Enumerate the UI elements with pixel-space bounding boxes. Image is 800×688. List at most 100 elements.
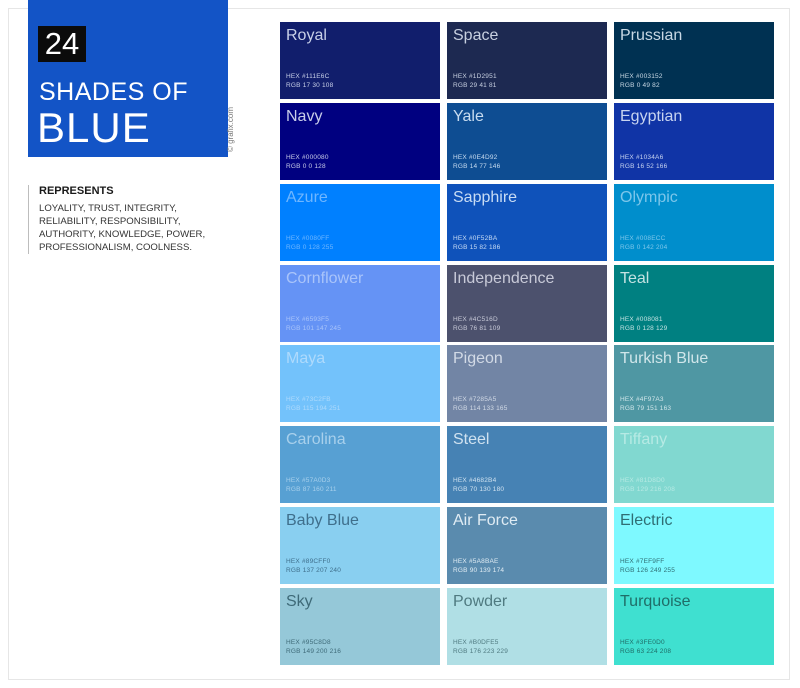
swatch-hex: HEX #4F97A3 xyxy=(620,396,664,403)
swatch-name: Powder xyxy=(453,593,508,610)
color-swatch: Turquoise HEX #3FE0D0 RGB 63 224 208 xyxy=(614,588,774,665)
swatch-hex: HEX #0F52BA xyxy=(453,235,498,242)
color-swatch: Tiffany HEX #81D8D0 RGB 129 216 208 xyxy=(614,426,774,503)
swatch-rgb: RGB 0 0 128 xyxy=(286,163,326,170)
swatch-name: Prussian xyxy=(620,27,683,44)
swatch-hex: HEX #111E6C xyxy=(286,73,330,80)
swatch-name: Olympic xyxy=(620,189,678,206)
color-swatch: Sky HEX #95C8D8 RGB 149 200 216 xyxy=(280,588,440,665)
title-line-2: BLUE xyxy=(37,104,151,151)
color-swatch: Cornflower HEX #6593F5 RGB 101 147 245 xyxy=(280,265,440,342)
swatch-rgb: RGB 76 81 109 xyxy=(453,325,501,332)
swatch-grid: Royal HEX #111E6C RGB 17 30 108 Space HEX #1… xyxy=(280,22,776,667)
shade-count: 24 xyxy=(38,26,86,62)
title-block: 24 SHADES OF BLUE xyxy=(28,0,228,157)
swatch-rgb: RGB 0 142 204 xyxy=(620,244,668,251)
color-swatch: Carolina HEX #57A0D3 RGB 87 160 211 xyxy=(280,426,440,503)
swatch-rgb: RGB 16 52 166 xyxy=(620,163,668,170)
swatch-name: Sapphire xyxy=(453,189,518,206)
swatch-rgb: RGB 29 41 81 xyxy=(453,82,497,89)
swatch-rgb: RGB 137 207 240 xyxy=(286,567,342,574)
swatch-rgb: RGB 15 82 186 xyxy=(453,244,501,251)
swatch-hex: HEX #003152 xyxy=(620,73,663,80)
title-line-1: SHADES OF xyxy=(39,78,188,106)
swatch-hex: HEX #73C2FB xyxy=(286,396,331,403)
swatch-rgb: RGB 17 30 108 xyxy=(286,82,334,89)
color-swatch: Sapphire HEX #0F52BA RGB 15 82 186 xyxy=(447,184,607,261)
swatch-name: Royal xyxy=(286,27,327,44)
swatch-rgb: RGB 126 249 255 xyxy=(620,567,676,574)
color-swatch: Turkish Blue HEX #4F97A3 RGB 79 151 163 xyxy=(614,345,774,422)
swatch-name: Navy xyxy=(286,108,323,125)
swatch-rgb: RGB 14 77 146 xyxy=(453,163,501,170)
color-swatch: Powder HEX #B0DFE5 RGB 176 223 229 xyxy=(447,588,607,665)
swatch-rgb: RGB 0 49 82 xyxy=(620,82,660,89)
color-swatch: Pigeon HEX #7285A5 RGB 114 133 165 xyxy=(447,345,607,422)
swatch-hex: HEX #1034A6 xyxy=(620,154,664,161)
swatch-hex: HEX #7EF9FF xyxy=(620,558,665,565)
swatch-hex: HEX #000080 xyxy=(286,154,329,161)
swatch-hex: HEX #89CFF0 xyxy=(286,558,331,565)
swatch-rgb: RGB 114 133 165 xyxy=(453,405,508,412)
color-swatch: Azure HEX #0080FF RGB 0 128 255 xyxy=(280,184,440,261)
swatch-rgb: RGB 101 147 245 xyxy=(286,325,342,332)
color-swatch: Electric HEX #7EF9FF RGB 126 249 255 xyxy=(614,507,774,584)
swatch-name: Sky xyxy=(286,593,313,610)
swatch-name: Baby Blue xyxy=(286,512,359,529)
swatch-rgb: RGB 90 139 174 xyxy=(453,567,505,574)
swatch-hex: HEX #008ECC xyxy=(620,235,666,242)
swatch-rgb: RGB 70 130 180 xyxy=(453,486,505,493)
swatch-rgb: RGB 149 200 216 xyxy=(286,648,342,655)
swatch-name: Space xyxy=(453,27,499,44)
swatch-hex: HEX #3FE0D0 xyxy=(620,639,665,646)
swatch-name: Tiffany xyxy=(620,431,668,448)
swatch-hex: HEX #5A8BAE xyxy=(453,558,499,565)
swatch-hex: HEX #95C8D8 xyxy=(286,639,331,646)
color-swatch: Independence HEX #4C516D RGB 76 81 109 xyxy=(447,265,607,342)
swatch-name: Cornflower xyxy=(286,270,364,287)
color-swatch: Olympic HEX #008ECC RGB 0 142 204 xyxy=(614,184,774,261)
color-swatch: Royal HEX #111E6C RGB 17 30 108 xyxy=(280,22,440,99)
swatch-name: Independence xyxy=(453,270,555,287)
swatch-hex: HEX #1D2951 xyxy=(453,73,497,80)
color-swatch: Space HEX #1D2951 RGB 29 41 81 xyxy=(447,22,607,99)
swatch-rgb: RGB 176 223 229 xyxy=(453,648,509,655)
swatch-hex: HEX #008081 xyxy=(620,316,663,323)
color-swatch: Baby Blue HEX #89CFF0 RGB 137 207 240 xyxy=(280,507,440,584)
swatch-hex: HEX #0080FF xyxy=(286,235,330,242)
swatch-rgb: RGB 0 128 255 xyxy=(286,244,334,251)
swatch-name: Carolina xyxy=(286,431,346,448)
color-swatch: Air Force HEX #5A8BAE RGB 90 139 174 xyxy=(447,507,607,584)
swatch-name: Teal xyxy=(620,270,650,287)
swatch-name: Egyptian xyxy=(620,108,683,125)
swatch-hex: HEX #81D8D0 xyxy=(620,477,665,484)
swatch-rgb: RGB 79 151 163 xyxy=(620,405,672,412)
swatch-hex: HEX #4682B4 xyxy=(453,477,497,484)
swatch-hex: HEX #4C516D xyxy=(453,316,498,323)
color-swatch: Navy HEX #000080 RGB 0 0 128 xyxy=(280,103,440,180)
color-swatch: Maya HEX #73C2FB RGB 115 194 251 xyxy=(280,345,440,422)
swatch-rgb: RGB 87 160 211 xyxy=(286,486,337,493)
credit-text: © grafix.com xyxy=(226,106,235,152)
swatch-rgb: RGB 0 128 129 xyxy=(620,325,668,332)
swatch-hex: HEX #57A0D3 xyxy=(286,477,331,484)
represents-text: LOYALITY, TRUST, INTEGRITY, RELIABILITY,… xyxy=(39,203,206,253)
represents-section: REPRESENTS LOYALITY, TRUST, INTEGRITY, R… xyxy=(28,185,228,254)
swatch-rgb: RGB 129 216 208 xyxy=(620,486,676,493)
swatch-hex: HEX #0E4D92 xyxy=(453,154,498,161)
swatch-name: Air Force xyxy=(453,512,518,529)
swatch-name: Turquoise xyxy=(620,593,691,610)
color-swatch: Egyptian HEX #1034A6 RGB 16 52 166 xyxy=(614,103,774,180)
swatch-name: Azure xyxy=(286,189,328,206)
color-swatch: Teal HEX #008081 RGB 0 128 129 xyxy=(614,265,774,342)
swatch-rgb: RGB 63 224 208 xyxy=(620,648,672,655)
swatch-hex: HEX #6593F5 xyxy=(286,316,330,323)
represents-heading: REPRESENTS xyxy=(39,185,114,197)
color-swatch: Yale HEX #0E4D92 RGB 14 77 146 xyxy=(447,103,607,180)
color-swatch: Prussian HEX #003152 RGB 0 49 82 xyxy=(614,22,774,99)
swatch-hex: HEX #B0DFE5 xyxy=(453,639,499,646)
swatch-name: Maya xyxy=(286,350,326,367)
swatch-name: Yale xyxy=(453,108,484,125)
color-swatch: Steel HEX #4682B4 RGB 70 130 180 xyxy=(447,426,607,503)
swatch-hex: HEX #7285A5 xyxy=(453,396,497,403)
